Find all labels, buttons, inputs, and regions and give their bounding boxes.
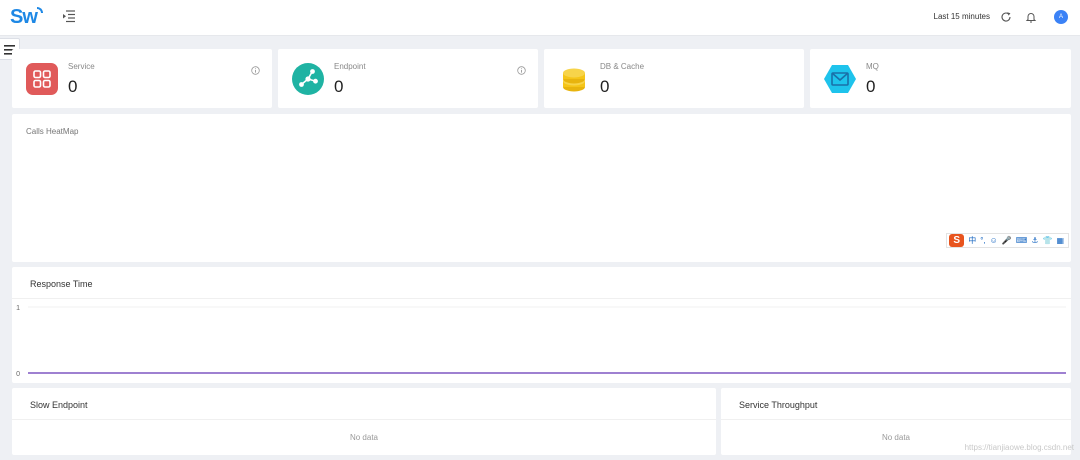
heatmap-title: Calls HeatMap bbox=[26, 127, 79, 136]
watermark: https://tianjiaowe.blog.csdn.net bbox=[964, 443, 1074, 452]
stat-label: DB & Cache bbox=[600, 62, 645, 71]
panel-title: Response Time bbox=[30, 279, 93, 289]
stat-label: MQ bbox=[866, 62, 879, 71]
bell-icon[interactable] bbox=[1025, 11, 1039, 25]
panel-title: Service Throughput bbox=[739, 400, 818, 410]
response-time-panel: Response Time 10 bbox=[12, 267, 1071, 383]
panel-divider bbox=[12, 419, 716, 420]
stat-value: 0 bbox=[866, 77, 876, 96]
panel-divider bbox=[721, 419, 1071, 420]
empty-state-text: No data bbox=[349, 433, 379, 442]
info-icon[interactable] bbox=[517, 62, 526, 75]
ime-toolbar[interactable]: S 中 °, ☺ 🎤 ⌨ ⚓ 👕 ▦ bbox=[946, 233, 1069, 248]
ime-keyboard-icon[interactable]: ⌨ bbox=[1016, 234, 1028, 247]
panel-title: Slow Endpoint bbox=[30, 400, 88, 410]
ime-logo-icon[interactable]: S bbox=[949, 234, 965, 247]
stat-value: 0 bbox=[600, 77, 610, 96]
top-bar: Sw Last 15 minutes A bbox=[0, 0, 1080, 36]
calls-heatmap-panel: Calls HeatMap S 中 °, ☺ 🎤 ⌨ ⚓ 👕 ▦ bbox=[12, 114, 1071, 262]
grid-icon bbox=[26, 63, 58, 95]
ime-punctuation-button[interactable]: °, bbox=[980, 234, 985, 247]
empty-state-text: No data bbox=[881, 433, 911, 442]
ime-skin-icon[interactable]: 👕 bbox=[1042, 234, 1052, 247]
ime-chinese-mode-button[interactable]: 中 bbox=[968, 234, 976, 247]
collapse-menu-icon[interactable] bbox=[62, 9, 76, 25]
stat-card-mq: MQ 0 bbox=[810, 49, 1071, 108]
logo-arc-icon bbox=[36, 7, 43, 13]
logo-text: Sw bbox=[10, 6, 38, 28]
avatar[interactable]: A bbox=[1054, 10, 1068, 24]
stat-card-service: Service 0 bbox=[12, 49, 272, 108]
stat-label: Endpoint bbox=[334, 62, 366, 71]
stat-card-endpoint: Endpoint 0 bbox=[278, 49, 538, 108]
time-range-selector[interactable]: Last 15 minutes bbox=[934, 12, 990, 21]
database-icon bbox=[558, 63, 590, 95]
ime-tools-icon[interactable]: ⚓ bbox=[1031, 234, 1038, 247]
message-queue-icon bbox=[824, 63, 856, 95]
refresh-icon[interactable] bbox=[1000, 11, 1014, 25]
info-icon[interactable] bbox=[251, 62, 260, 75]
y-tick-label: 0 bbox=[16, 371, 20, 378]
response-time-chart: 10 bbox=[16, 305, 1066, 378]
stat-card-db-cache: DB & Cache 0 bbox=[544, 49, 804, 108]
endpoint-icon bbox=[292, 63, 324, 95]
stat-value: 0 bbox=[334, 77, 344, 96]
ime-menu-icon[interactable]: ▦ bbox=[1056, 234, 1064, 247]
slow-endpoint-panel: Slow Endpoint No data bbox=[12, 388, 716, 455]
logo[interactable]: Sw bbox=[10, 6, 43, 29]
y-tick-label: 1 bbox=[16, 305, 20, 312]
stat-value: 0 bbox=[68, 77, 78, 96]
ime-microphone-icon[interactable]: 🎤 bbox=[1002, 234, 1012, 247]
stat-label: Service bbox=[68, 62, 95, 71]
ime-emoji-icon[interactable]: ☺ bbox=[990, 234, 998, 247]
